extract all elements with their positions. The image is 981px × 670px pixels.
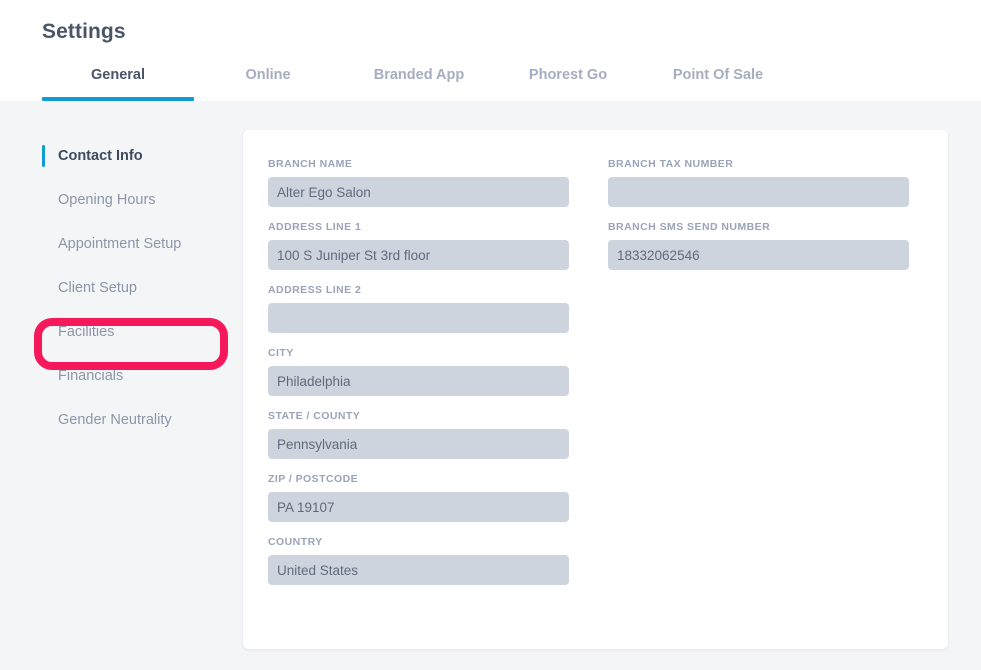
field-label: COUNTRY [268, 536, 323, 548]
field-branch-sms-send-number: BRANCH SMS SEND NUMBER [608, 220, 909, 270]
active-item-marker [42, 145, 45, 167]
sidebar-item-client-setup[interactable]: Client Setup [42, 266, 232, 310]
page-body: Contact Info Opening Hours Appointment Set… [0, 101, 981, 670]
tab-label: Point Of Sale [672, 67, 764, 83]
field-label: BRANCH TAX NUMBER [608, 158, 734, 170]
input-branch-tax-number[interactable] [608, 177, 909, 207]
field-label: ADDRESS LINE 2 [268, 284, 362, 296]
tab-label: Phorest Go [528, 67, 608, 83]
tab-phorest-go[interactable]: Phorest Go [506, 64, 630, 101]
field-label: ZIP / POSTCODE [268, 473, 359, 485]
sidebar-item-opening-hours[interactable]: Opening Hours [42, 178, 232, 222]
tab-point-of-sale[interactable]: Point Of Sale [648, 64, 788, 101]
sidebar-item-label: Financials [58, 368, 124, 384]
input-branch-name[interactable] [268, 177, 569, 207]
field-label: STATE / COUNTY [268, 410, 361, 422]
sidebar-item-label: Contact Info [58, 148, 143, 164]
field-country: COUNTRY [268, 535, 569, 585]
page-title: Settings [42, 20, 126, 43]
field-label: CITY [268, 347, 294, 359]
tab-label: General [91, 67, 145, 83]
field-label: ADDRESS LINE 1 [268, 221, 362, 233]
tab-online[interactable]: Online [212, 64, 324, 101]
tab-label: Online [245, 67, 291, 83]
field-label: BRANCH NAME [268, 158, 353, 170]
settings-page: Settings General Online Branded App Phorest… [0, 0, 981, 670]
input-branch-sms-send-number[interactable] [608, 240, 909, 270]
input-address-line-2[interactable] [268, 303, 569, 333]
field-zip-postcode: ZIP / POSTCODE [268, 472, 569, 522]
sidebar-item-label: Client Setup [58, 280, 137, 296]
field-address-line-2: ADDRESS LINE 2 [268, 283, 569, 333]
sidebar-item-gender-neutrality[interactable]: Gender Neutrality [42, 398, 232, 442]
field-branch-tax-number: BRANCH TAX NUMBER [608, 157, 909, 207]
sidebar-item-label: Opening Hours [58, 192, 156, 208]
sidebar-item-label: Gender Neutrality [58, 412, 172, 428]
input-state-county[interactable] [268, 429, 569, 459]
input-country[interactable] [268, 555, 569, 585]
sidebar-item-appointment-setup[interactable]: Appointment Setup [42, 222, 232, 266]
contact-info-right-column: BRANCH TAX NUMBER BRANCH SMS SEND NUMBER [608, 157, 909, 283]
sidebar-item-facilities[interactable]: Facilities [42, 310, 232, 354]
contact-info-left-column: BRANCH NAME ADDRESS LINE 1 ADDRESS LINE 2 C… [268, 157, 569, 598]
field-state-county: STATE / COUNTY [268, 409, 569, 459]
tab-label: Branded App [373, 67, 465, 83]
input-city[interactable] [268, 366, 569, 396]
field-branch-name: BRANCH NAME [268, 157, 569, 207]
sidebar-item-contact-info[interactable]: Contact Info [42, 134, 232, 178]
settings-tabbar: General Online Branded App Phorest Go Point … [0, 64, 981, 101]
sidebar-item-label: Appointment Setup [58, 236, 182, 252]
input-address-line-1[interactable] [268, 240, 569, 270]
sidebar-item-label: Facilities [58, 324, 115, 340]
sidebar-item-financials[interactable]: Financials [42, 354, 232, 398]
page-header: Settings General Online Branded App Phorest… [0, 0, 981, 101]
contact-info-card: BRANCH NAME ADDRESS LINE 1 ADDRESS LINE 2 C… [243, 130, 948, 649]
settings-sidebar: Contact Info Opening Hours Appointment Set… [42, 134, 232, 442]
field-address-line-1: ADDRESS LINE 1 [268, 220, 569, 270]
tab-branded-app[interactable]: Branded App [344, 64, 494, 101]
field-city: CITY [268, 346, 569, 396]
input-zip-postcode[interactable] [268, 492, 569, 522]
field-label: BRANCH SMS SEND NUMBER [608, 221, 771, 233]
tab-general[interactable]: General [42, 64, 194, 101]
